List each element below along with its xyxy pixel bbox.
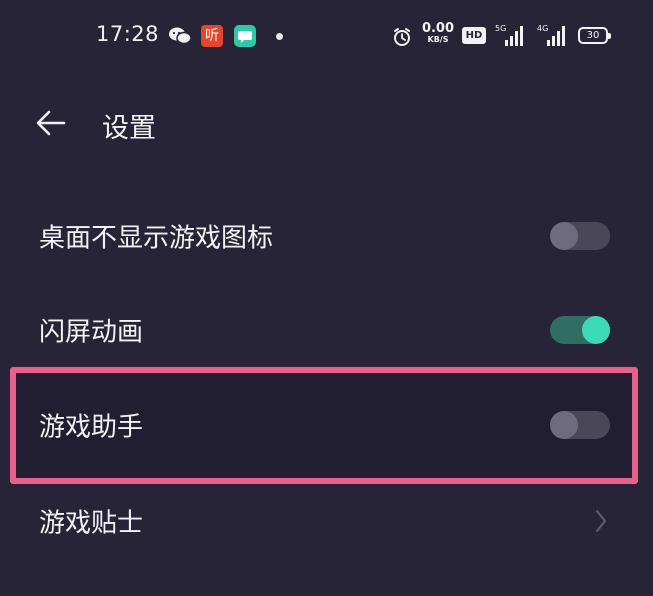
notification-dot-icon bbox=[276, 33, 283, 40]
battery-icon: 30 bbox=[578, 27, 611, 44]
alarm-icon bbox=[392, 27, 412, 47]
game-assistant-toggle[interactable] bbox=[550, 411, 610, 439]
splash-animation-toggle[interactable] bbox=[550, 316, 610, 344]
wechat-icon bbox=[168, 26, 192, 46]
toggle-knob bbox=[550, 411, 578, 439]
setting-row-splash-animation[interactable]: 闪屏动画 bbox=[0, 285, 653, 375]
status-bar: 17:28 听 0.00 KB/S HD 5G 4G 30 bbox=[0, 0, 653, 76]
setting-label: 游戏助手 bbox=[39, 412, 144, 443]
toggle-knob bbox=[550, 222, 578, 250]
toggle-knob bbox=[582, 316, 610, 344]
status-time: 17:28 bbox=[96, 22, 160, 46]
setting-row-hide-game-icon[interactable]: 桌面不显示游戏图标 bbox=[0, 191, 653, 281]
chevron-right-icon[interactable] bbox=[594, 508, 608, 534]
signal-5g-icon: 5G bbox=[495, 24, 525, 46]
arrow-left-icon[interactable] bbox=[34, 108, 68, 138]
setting-label: 游戏贴士 bbox=[39, 508, 144, 539]
hide-game-icon-toggle[interactable] bbox=[550, 222, 610, 250]
ting-app-icon: 听 bbox=[201, 25, 223, 47]
hd-icon: HD bbox=[462, 27, 486, 44]
network-speed: 0.00 KB/S bbox=[421, 22, 455, 44]
network-speed-unit: KB/S bbox=[427, 35, 449, 44]
setting-label: 闪屏动画 bbox=[39, 317, 144, 348]
setting-row-game-tips[interactable]: 游戏贴士 bbox=[0, 476, 653, 566]
setting-row-game-assistant[interactable]: 游戏助手 bbox=[0, 380, 653, 470]
page-title: 设置 bbox=[102, 113, 156, 144]
network-speed-value: 0.00 bbox=[421, 21, 455, 36]
signal-4g-icon: 4G bbox=[537, 24, 567, 46]
message-app-icon bbox=[234, 25, 256, 47]
setting-label: 桌面不显示游戏图标 bbox=[39, 223, 274, 254]
